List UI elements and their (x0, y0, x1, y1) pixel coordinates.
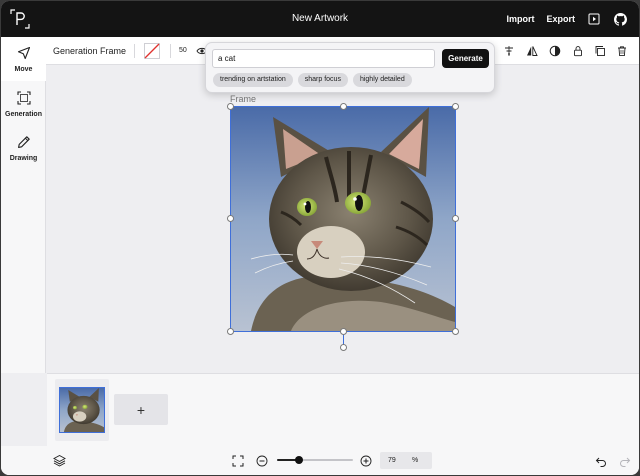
prompt-popover: Generate trending on artstation sharp fo… (205, 42, 495, 93)
resize-handle-top-left[interactable] (227, 103, 234, 110)
toolbar-divider (134, 44, 135, 58)
tool-generation-label: Generation (5, 110, 42, 118)
zoom-slider[interactable] (277, 454, 353, 466)
prompt-input[interactable] (212, 49, 435, 68)
suggestion-chip[interactable]: sharp focus (297, 73, 348, 87)
resize-handle-right[interactable] (452, 215, 459, 222)
redo-icon[interactable] (618, 454, 631, 467)
pencil-icon (17, 135, 31, 152)
generation-frame[interactable] (230, 106, 456, 332)
zoom-out-icon[interactable] (255, 454, 268, 467)
resize-handle-top[interactable] (340, 103, 347, 110)
artwork-filmstrip: + (47, 373, 639, 446)
resize-handle-left[interactable] (227, 215, 234, 222)
top-bar: New Artwork Import Export (1, 1, 639, 37)
frame-label: Frame (230, 94, 257, 104)
frame-corners-icon (16, 90, 31, 108)
toolbar-divider (170, 44, 171, 58)
github-icon[interactable] (613, 12, 627, 26)
preview-icon[interactable] (587, 12, 601, 26)
toolbar-title: Generation Frame (53, 46, 127, 56)
status-bar: 79 % (1, 446, 639, 475)
trash-icon[interactable] (615, 44, 628, 57)
tool-generation[interactable]: Generation (1, 82, 46, 126)
tool-drawing-label: Drawing (9, 154, 38, 162)
artwork-thumbnail[interactable] (55, 379, 109, 441)
duplicate-icon[interactable] (593, 44, 606, 57)
thumbnail-image (59, 387, 105, 433)
resize-handle-bottom-left[interactable] (227, 328, 234, 335)
zoom-value: 79 (388, 457, 396, 464)
suggestion-chip[interactable]: trending on artstation (213, 73, 293, 87)
undo-icon[interactable] (594, 454, 607, 467)
app-window: New Artwork Import Export Move Generatio… (1, 1, 639, 475)
prompt-suggestions: trending on artstation sharp focus highl… (213, 73, 412, 87)
zoom-unit: % (412, 457, 419, 464)
rotation-handle[interactable] (340, 344, 347, 351)
contrast-icon[interactable] (548, 44, 561, 57)
stroke-width-value[interactable]: 50 (179, 37, 187, 65)
resize-handle-top-right[interactable] (452, 103, 459, 110)
stroke-color-swatch[interactable] (144, 43, 160, 59)
zoom-slider-thumb[interactable] (295, 456, 303, 464)
cursor-arrow-icon (17, 46, 31, 63)
logo-icon[interactable] (10, 9, 30, 29)
tool-move[interactable]: Move (1, 37, 46, 81)
resize-handle-bottom[interactable] (340, 328, 347, 335)
cat-image (231, 107, 455, 331)
filter-icon[interactable] (502, 44, 515, 57)
fit-screen-icon[interactable] (231, 454, 244, 467)
export-button[interactable]: Export (546, 14, 575, 24)
tool-rail: Move Generation Drawing (1, 37, 46, 373)
top-actions: Import Export (506, 1, 627, 37)
suggestion-chip[interactable]: highly detailed (352, 73, 412, 87)
add-artwork-button[interactable]: + (114, 394, 168, 425)
tool-move-label: Move (14, 65, 33, 73)
zoom-in-icon[interactable] (359, 454, 372, 467)
resize-handle-bottom-right[interactable] (452, 328, 459, 335)
generate-button[interactable]: Generate (442, 49, 489, 68)
tool-drawing[interactable]: Drawing (1, 126, 46, 170)
flip-icon[interactable] (525, 44, 538, 57)
lock-icon[interactable] (571, 44, 584, 57)
layers-icon[interactable] (53, 454, 66, 467)
zoom-input[interactable]: 79 % (380, 452, 432, 469)
import-button[interactable]: Import (506, 14, 534, 24)
